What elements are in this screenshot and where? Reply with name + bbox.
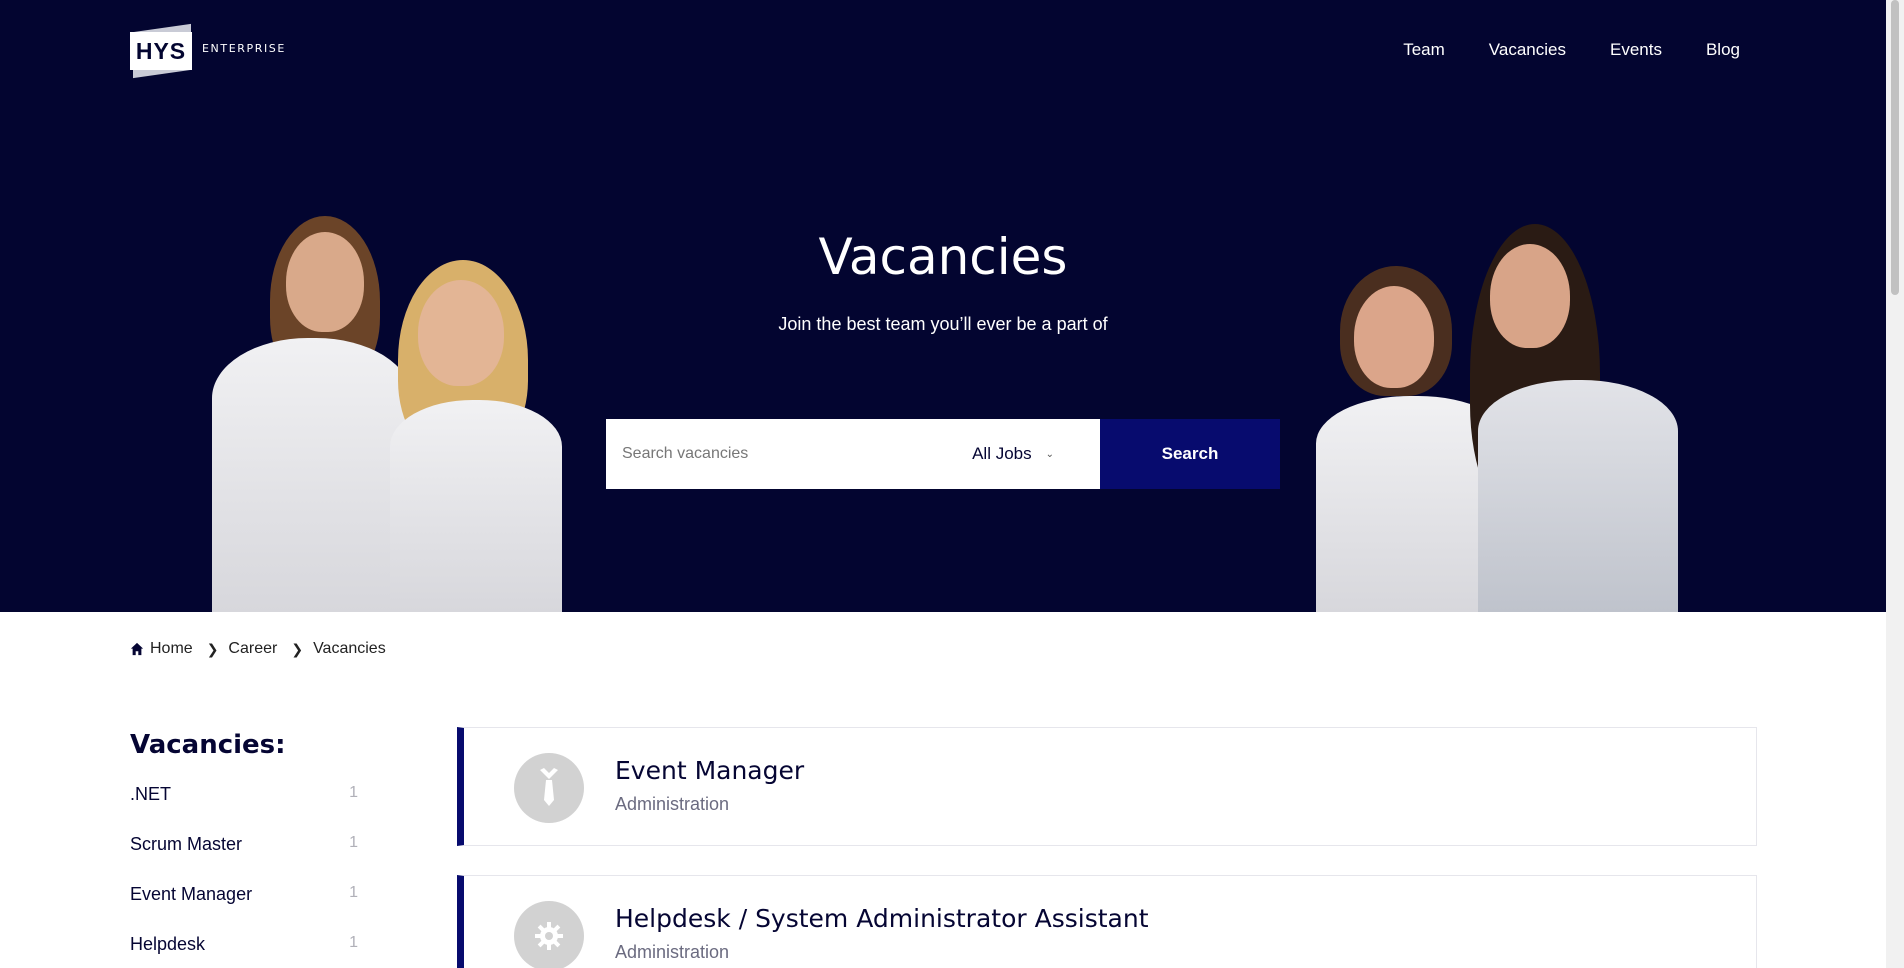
sidebar-title: Vacancies:	[130, 730, 286, 760]
sidebar-item-label: Helpdesk	[130, 934, 206, 954]
sidebar-item-scrum-master[interactable]: Scrum Master 1	[130, 834, 360, 884]
logo[interactable]: HYS ENTERPRISE	[130, 23, 286, 79]
logo-mark: HYS	[130, 23, 193, 79]
sidebar-item-label: Scrum Master	[130, 834, 243, 854]
sidebar-item-label: Event Manager	[130, 884, 253, 904]
breadcrumb: Home ❯ Career ❯ Vacancies	[130, 640, 386, 658]
breadcrumb-career[interactable]: Career	[228, 640, 277, 658]
sidebar-item-dotnet[interactable]: .NET 1	[130, 784, 360, 834]
page-title: Vacancies	[818, 228, 1068, 286]
sidebar-item-count: 1	[349, 834, 358, 851]
scrollbar-thumb[interactable]	[1891, 0, 1899, 295]
nav-team[interactable]: Team	[1403, 40, 1445, 60]
sidebar-item-count: 1	[349, 884, 358, 901]
vacancy-category: Administration	[615, 942, 730, 962]
search-field-wrapper: All Jobs ⌄	[606, 419, 1100, 489]
hero-section: HYS ENTERPRISE Team Vacancies Events Blo…	[0, 0, 1886, 612]
vacancy-card[interactable]: Helpdesk / System Administrator Assistan…	[457, 875, 1757, 968]
tie-icon	[514, 753, 584, 823]
vacancy-category: Administration	[615, 794, 730, 814]
nav-events[interactable]: Events	[1610, 40, 1662, 60]
breadcrumb-home[interactable]: Home	[150, 640, 193, 658]
vacancy-category-list: .NET 1 Scrum Master 1 Event Manager 1 He…	[130, 784, 360, 968]
vacancy-title: Helpdesk / System Administrator Assistan…	[615, 904, 1149, 933]
logo-subtitle: ENTERPRISE	[202, 41, 286, 55]
sidebar-item-event-manager[interactable]: Event Manager 1	[130, 884, 360, 934]
page-subtitle: Join the best team you’ll ever be a part…	[778, 314, 1108, 334]
vacancy-card[interactable]: Event Manager Administration	[457, 727, 1757, 846]
breadcrumb-current: Vacancies	[313, 640, 386, 657]
page-scrollbar[interactable]	[1886, 0, 1904, 968]
vacancy-search-form: All Jobs ⌄ Search	[606, 419, 1280, 489]
main-nav: Team Vacancies Events Blog	[1403, 40, 1740, 60]
sidebar-item-count: 1	[349, 934, 358, 951]
home-icon	[130, 642, 144, 656]
search-input[interactable]	[622, 445, 973, 463]
chevron-right-icon: ❯	[206, 640, 219, 657]
sidebar-item-label: .NET	[130, 784, 172, 804]
nav-vacancies[interactable]: Vacancies	[1489, 40, 1566, 60]
sidebar-item-helpdesk[interactable]: Helpdesk 1	[130, 934, 360, 968]
chevron-right-icon: ❯	[291, 640, 304, 657]
job-category-value: All Jobs	[972, 444, 1032, 463]
sidebar-item-count: 1	[349, 784, 358, 801]
nav-blog[interactable]: Blog	[1706, 40, 1740, 60]
search-button[interactable]: Search	[1100, 419, 1280, 489]
vacancy-title: Event Manager	[615, 756, 805, 785]
gear-icon	[514, 901, 584, 968]
logo-text: HYS	[130, 32, 192, 70]
job-category-select[interactable]: All Jobs ⌄	[972, 444, 1084, 464]
chevron-down-icon: ⌄	[1045, 448, 1054, 460]
